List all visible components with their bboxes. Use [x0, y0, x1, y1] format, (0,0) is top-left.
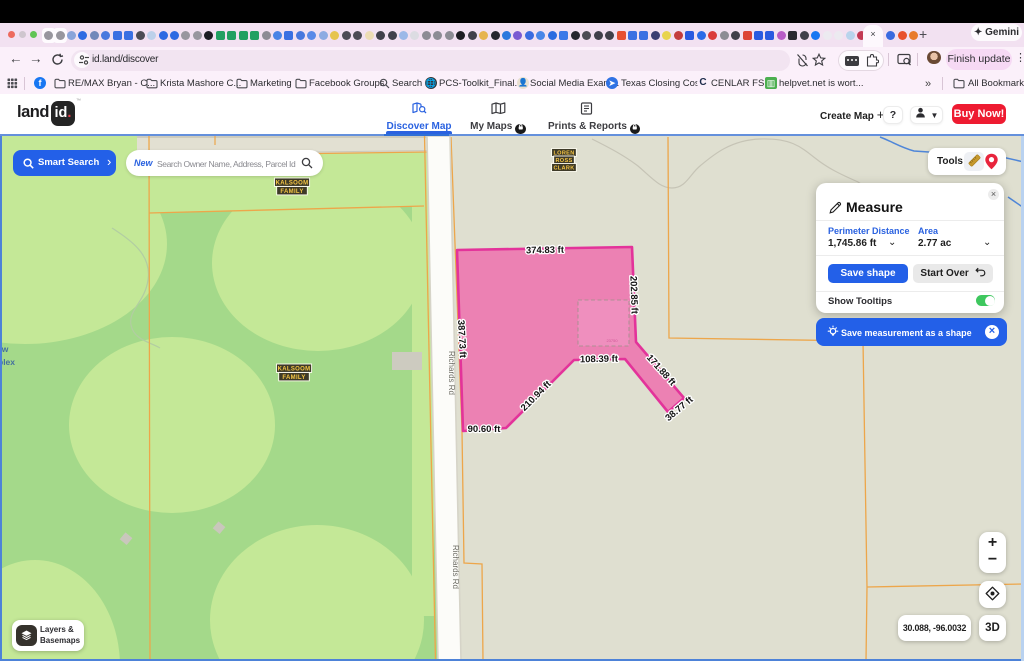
- svg-text:374.83 ft: 374.83 ft: [526, 245, 565, 257]
- svg-text:FAMILY: FAMILY: [280, 189, 303, 195]
- svg-text:202.85 ft: 202.85 ft: [627, 276, 639, 315]
- svg-text:FAMILY: FAMILY: [282, 375, 305, 381]
- svg-text:387.73 ft: 387.73 ft: [455, 320, 468, 359]
- svg-text:plex: plex: [0, 357, 15, 367]
- svg-text:90.60 ft: 90.60 ft: [468, 424, 502, 435]
- svg-text:Richards Rd: Richards Rd: [451, 545, 460, 589]
- svg-text:KALSOOM: KALSOOM: [278, 367, 311, 373]
- svg-text:CLARK: CLARK: [553, 166, 574, 172]
- svg-text:108.39 ft: 108.39 ft: [580, 354, 619, 366]
- svg-text:Richards Rd: Richards Rd: [447, 351, 456, 395]
- svg-text:KALSOOM: KALSOOM: [276, 181, 309, 187]
- svg-text:23750: 23750: [606, 338, 618, 343]
